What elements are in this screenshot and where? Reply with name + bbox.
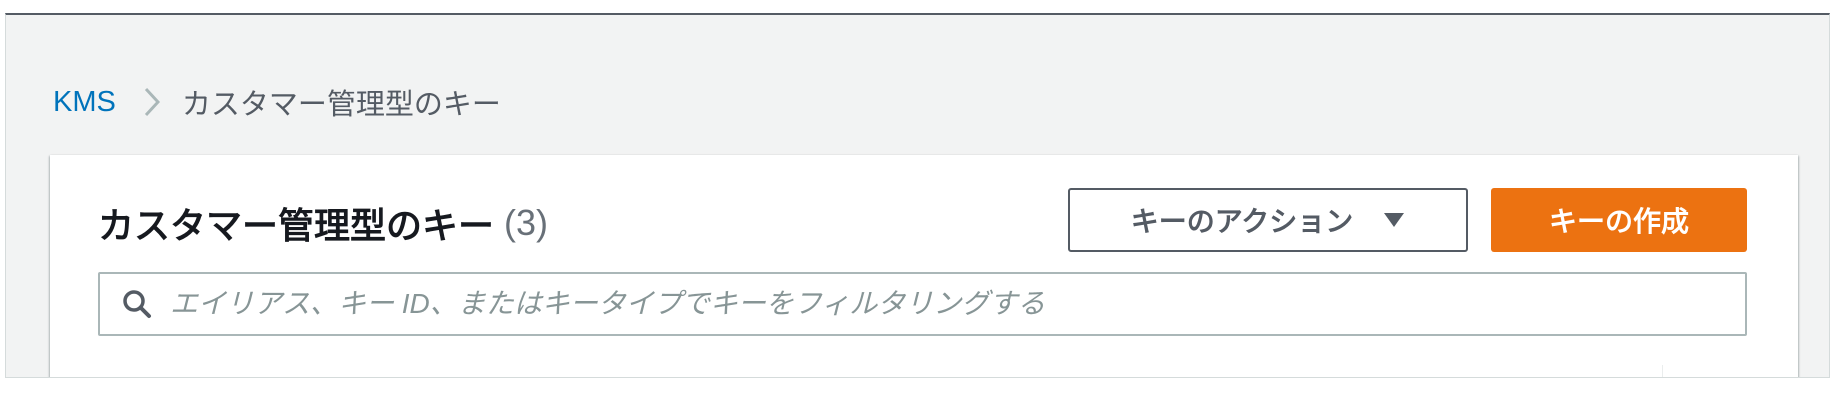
breadcrumb-current: カスタマー管理型のキー	[181, 89, 501, 121]
filter-search-box[interactable]	[98, 272, 1747, 336]
caret-down-icon	[1383, 212, 1405, 228]
key-actions-label: キーのアクション	[1130, 206, 1354, 237]
chevron-right-icon	[144, 87, 160, 117]
page-title: カスタマー管理型のキー (3)	[98, 193, 548, 253]
key-count: (3)	[504, 202, 549, 243]
scrollbar-edge	[1662, 365, 1663, 377]
filter-search-input[interactable]	[168, 278, 1712, 330]
breadcrumb: KMS カスタマー管理型のキー	[53, 77, 501, 127]
search-icon	[122, 289, 152, 319]
create-key-button[interactable]: キーの作成	[1491, 188, 1747, 252]
console-frame: KMS カスタマー管理型のキー カスタマー管理型のキー (3) キーのアクション…	[5, 13, 1830, 378]
panel-title-text: カスタマー管理型のキー	[98, 205, 495, 246]
key-actions-dropdown[interactable]: キーのアクション	[1068, 188, 1468, 252]
keys-table-panel: カスタマー管理型のキー (3) キーのアクション キーの作成	[50, 155, 1798, 377]
breadcrumb-link-kms[interactable]: KMS	[53, 86, 116, 119]
